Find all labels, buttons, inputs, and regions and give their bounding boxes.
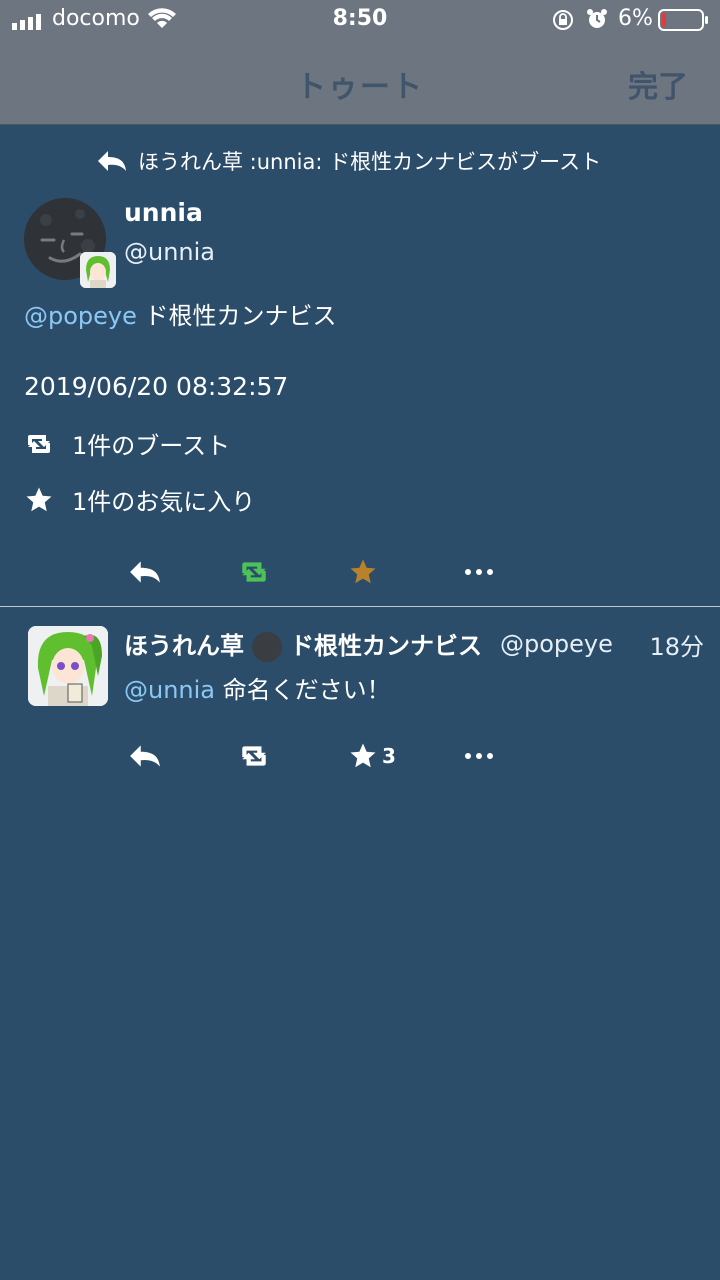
alarm-icon bbox=[587, 9, 607, 28]
toot-date: 2019/06/20 08:32:57 bbox=[24, 372, 289, 401]
nav-bar: トゥート 完了 bbox=[0, 40, 720, 125]
ellipsis-icon bbox=[465, 753, 493, 759]
reply-text: 命名ください！ bbox=[215, 676, 391, 704]
display-name[interactable]: unnia bbox=[124, 198, 203, 227]
boost-banner-text: ほうれん草 :unnia: ド根性カンナビスがブースト bbox=[138, 150, 602, 174]
reply-icon bbox=[130, 745, 160, 767]
account-handle[interactable]: @unnia bbox=[124, 238, 215, 266]
battery-percent: 6% bbox=[618, 6, 653, 31]
page-title: トゥート bbox=[296, 70, 424, 105]
boost-banner: ほうれん草 :unnia: ド根性カンナビスがブースト bbox=[96, 146, 601, 176]
boost-icon bbox=[242, 746, 266, 766]
favourite-button[interactable] bbox=[348, 552, 378, 592]
more-button[interactable] bbox=[464, 552, 494, 592]
clock: 8:50 bbox=[332, 6, 388, 31]
toot-content: @popeye ド根性カンナビス bbox=[24, 296, 337, 331]
boost-icon bbox=[28, 434, 50, 453]
rotation-lock-icon bbox=[553, 10, 573, 30]
reply-icon bbox=[130, 561, 160, 583]
star-icon bbox=[350, 743, 376, 768]
reply-boost-button[interactable] bbox=[238, 736, 270, 776]
boost-count-label: 1件のブースト bbox=[72, 432, 231, 460]
green-hair-girl-icon bbox=[28, 626, 108, 706]
reply-favourite-button[interactable]: 3 bbox=[348, 736, 396, 776]
reply-more-button[interactable] bbox=[464, 736, 494, 776]
reply-content: @unnia 命名ください！ bbox=[124, 670, 391, 705]
reply-time: 18分 bbox=[649, 632, 704, 661]
reply-handle[interactable]: @popeye bbox=[500, 630, 613, 658]
divider bbox=[0, 606, 720, 607]
reply-display-name[interactable]: ほうれん草 ド根性カンナビス bbox=[124, 626, 482, 662]
boost-active-icon bbox=[242, 562, 266, 582]
star-active-icon bbox=[350, 559, 376, 584]
reply-reply-button[interactable] bbox=[128, 736, 162, 776]
boost-button[interactable] bbox=[238, 552, 270, 592]
boost-count-row[interactable]: 1件のブースト bbox=[24, 426, 230, 461]
reply-actions: 3 bbox=[0, 736, 720, 776]
green-hair-girl-icon bbox=[80, 252, 116, 288]
fav-count-label: 1件のお気に入り bbox=[72, 488, 256, 516]
reply-arrow-icon bbox=[98, 151, 126, 171]
battery-icon bbox=[658, 9, 708, 31]
reply-name-part1: ほうれん草 bbox=[124, 632, 244, 660]
status-bar: docomo 8:50 6% bbox=[0, 0, 720, 40]
reply-mention-link[interactable]: @unnia bbox=[124, 676, 215, 704]
toot-actions bbox=[0, 552, 720, 592]
reply-name-part2: ド根性カンナビス bbox=[290, 632, 482, 660]
reply-button[interactable] bbox=[128, 552, 162, 592]
reply-header: ほうれん草 ド根性カンナビス @popeye 18分 bbox=[124, 626, 704, 662]
booster-avatar[interactable] bbox=[80, 252, 116, 288]
reply-avatar[interactable] bbox=[28, 626, 108, 706]
mention-link[interactable]: @popeye bbox=[24, 302, 137, 330]
ellipsis-icon bbox=[465, 569, 493, 575]
fav-count-row[interactable]: 1件のお気に入り bbox=[24, 482, 255, 517]
reply-fav-count: 3 bbox=[382, 744, 396, 768]
moon-face-emoji-icon bbox=[252, 632, 282, 662]
done-button[interactable]: 完了 bbox=[628, 62, 688, 106]
toot-text: ド根性カンナビス bbox=[136, 302, 337, 330]
star-icon bbox=[26, 487, 52, 511]
